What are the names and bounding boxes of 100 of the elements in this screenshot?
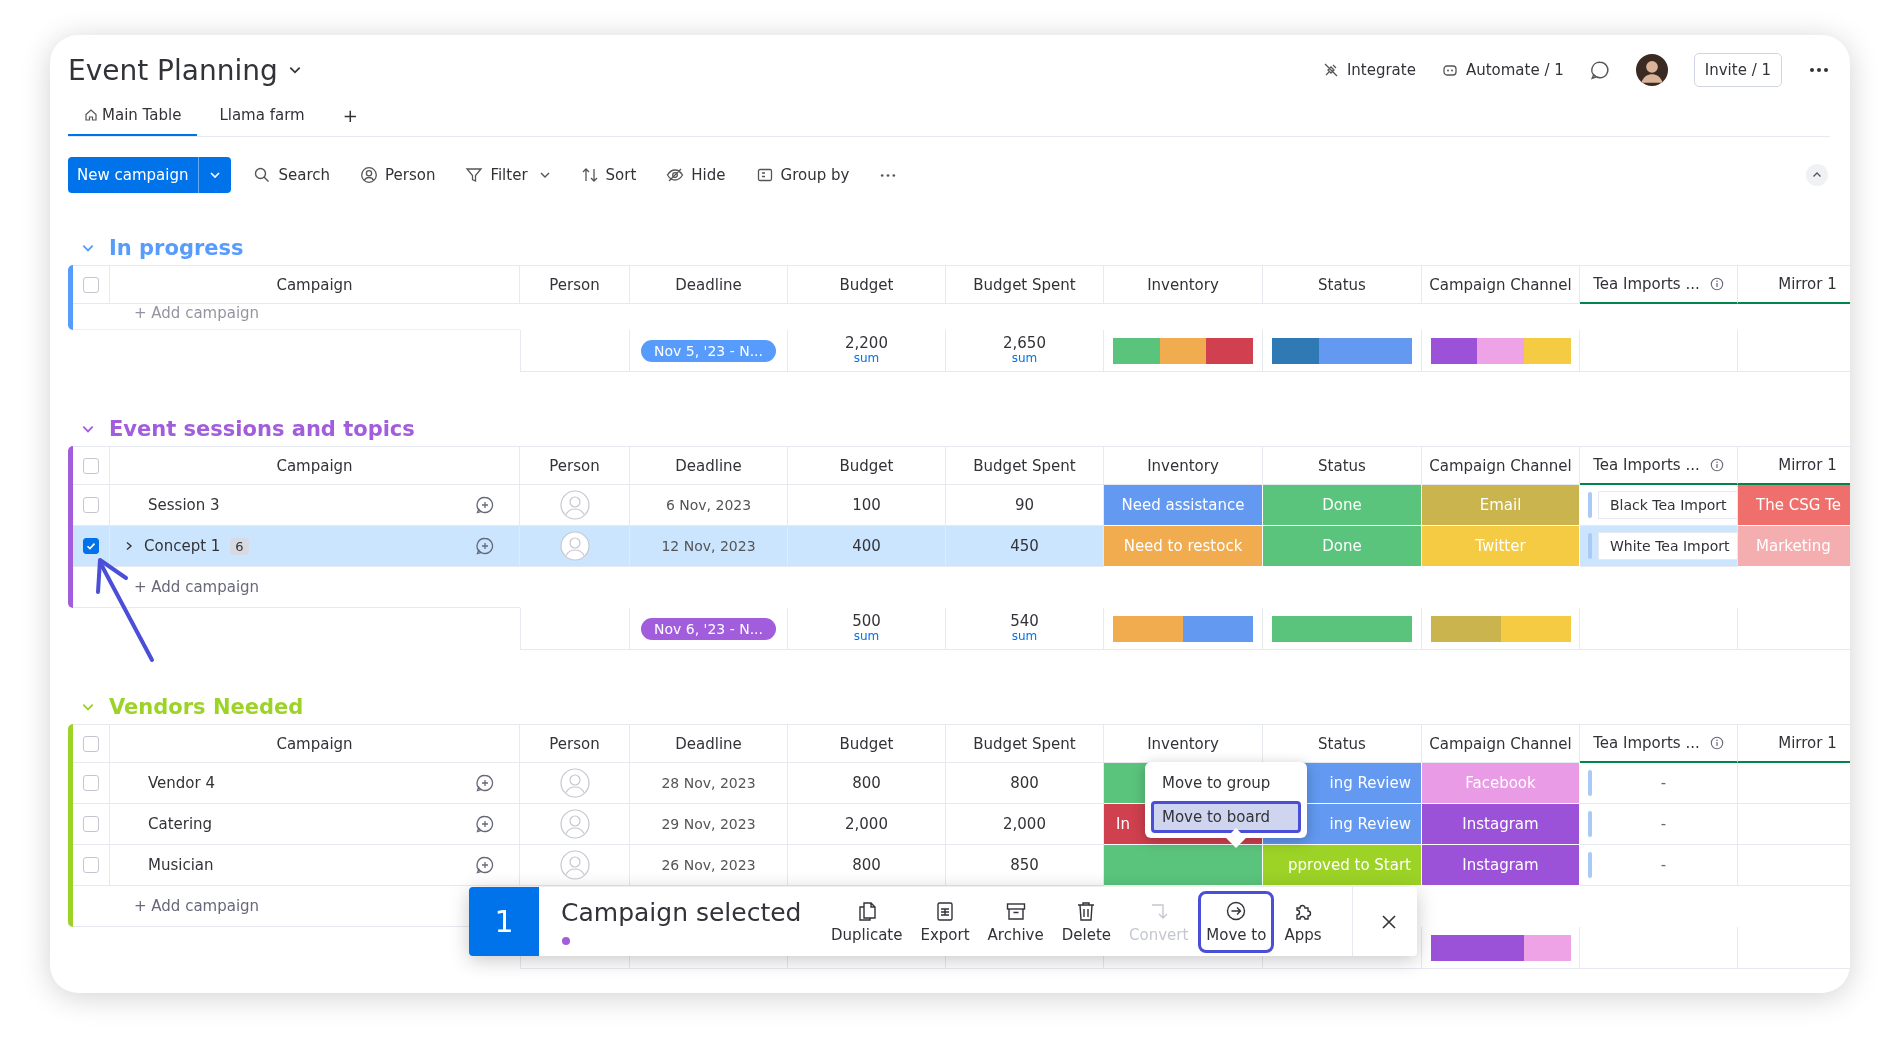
channel-label[interactable]: Instagram bbox=[1422, 804, 1580, 845]
budget-value: 400 bbox=[852, 537, 881, 555]
delete-button[interactable]: Delete bbox=[1053, 890, 1119, 953]
deadline-date: 6 Nov, 2023 bbox=[665, 497, 752, 513]
group-title[interactable]: Event sessions and topics bbox=[109, 417, 415, 441]
budget-spent-value: 2,000 bbox=[1003, 815, 1046, 833]
column-header: Campaign Channel bbox=[1429, 275, 1572, 294]
add-view-button[interactable]: + bbox=[326, 105, 374, 136]
column-header: Inventory bbox=[1147, 456, 1219, 475]
view-tab[interactable]: Llama farm bbox=[203, 106, 321, 136]
budget-spent-sum: 2,650 bbox=[1003, 336, 1046, 353]
home-icon bbox=[84, 108, 98, 122]
more-icon[interactable] bbox=[879, 172, 898, 178]
checkbox[interactable] bbox=[83, 457, 99, 474]
empty-value: - bbox=[1660, 815, 1667, 833]
filter-button[interactable]: Filter bbox=[465, 166, 551, 184]
archive-button[interactable]: Archive bbox=[979, 890, 1052, 953]
deadline-range: Nov 5, '23 - N... bbox=[641, 339, 776, 362]
close-icon[interactable] bbox=[1380, 913, 1397, 930]
deadline-date: 28 Nov, 2023 bbox=[661, 775, 756, 791]
budget-value: 100 bbox=[852, 496, 881, 514]
deadline-date: 29 Nov, 2023 bbox=[661, 816, 756, 832]
more-icon[interactable] bbox=[1808, 67, 1830, 73]
add-item-link[interactable]: + Add campaign bbox=[134, 578, 260, 596]
column-header: Campaign bbox=[276, 456, 353, 475]
item-name[interactable]: Catering bbox=[148, 815, 213, 833]
item-name[interactable]: Vendor 4 bbox=[148, 774, 215, 792]
duplicate-button[interactable]: Duplicate bbox=[823, 890, 911, 953]
column-header: Inventory bbox=[1147, 734, 1219, 753]
tea-import-tag[interactable]: Black Tea Import bbox=[1598, 491, 1737, 519]
budget-value: 800 bbox=[852, 856, 881, 874]
hide-button[interactable]: Hide bbox=[666, 166, 726, 184]
add-update-icon[interactable] bbox=[475, 495, 495, 515]
sort-icon bbox=[580, 166, 599, 184]
integrate-button[interactable]: Integrate bbox=[1322, 61, 1416, 79]
add-item-link[interactable]: + Add campaign bbox=[134, 897, 260, 915]
caret-icon[interactable] bbox=[209, 169, 222, 181]
info-icon[interactable] bbox=[1709, 458, 1724, 472]
search-button[interactable]: Search bbox=[253, 166, 330, 184]
column-header: Deadline bbox=[675, 456, 742, 475]
column-header: Tea Imports ... bbox=[1593, 456, 1700, 474]
item-name[interactable]: Musician bbox=[148, 856, 214, 874]
arrow-circle-icon bbox=[1225, 899, 1248, 922]
add-update-icon[interactable] bbox=[475, 536, 495, 556]
column-header: Person bbox=[549, 734, 600, 753]
row-checkbox[interactable] bbox=[83, 816, 99, 832]
row-checkbox[interactable] bbox=[83, 775, 99, 791]
invite-button[interactable]: Invite / 1 bbox=[1693, 53, 1782, 87]
column-header: Status bbox=[1318, 456, 1366, 475]
checkmark-icon bbox=[85, 540, 97, 552]
budget-value: 2,000 bbox=[845, 815, 888, 833]
view-tab[interactable]: Main Table bbox=[68, 106, 198, 136]
robot-icon bbox=[1441, 62, 1458, 78]
budget-spent-value: 90 bbox=[1014, 496, 1035, 514]
expand-icon[interactable] bbox=[124, 541, 134, 551]
user-avatar[interactable] bbox=[1635, 54, 1668, 86]
chat-icon[interactable] bbox=[1589, 60, 1610, 80]
checkbox[interactable] bbox=[83, 276, 99, 293]
column-header: Budget Spent bbox=[973, 456, 1076, 475]
column-header: Campaign Channel bbox=[1429, 734, 1572, 753]
checkbox[interactable] bbox=[83, 735, 99, 752]
tea-import-tag[interactable]: White Tea Import bbox=[1598, 532, 1737, 560]
export-button[interactable]: Export bbox=[912, 890, 978, 953]
budget-spent-value: 450 bbox=[1010, 537, 1039, 555]
sum-label: sum bbox=[1011, 630, 1038, 643]
selection-count: 1 bbox=[469, 887, 539, 956]
sheet-icon bbox=[934, 899, 956, 922]
deadline-date: 12 Nov, 2023 bbox=[661, 538, 756, 554]
group-button[interactable]: Group by bbox=[755, 166, 850, 184]
move-button[interactable]: Move to bbox=[1198, 890, 1275, 953]
automate-button[interactable]: Automate / 1 bbox=[1441, 61, 1564, 79]
column-header: Budget bbox=[839, 734, 894, 753]
person-button[interactable]: Person bbox=[360, 166, 436, 184]
new-campaign-button[interactable]: New campaign bbox=[68, 157, 232, 193]
group-dot bbox=[562, 937, 570, 945]
add-update-icon[interactable] bbox=[475, 773, 495, 793]
row-checkbox[interactable] bbox=[83, 538, 99, 554]
row-checkbox[interactable] bbox=[83, 497, 99, 513]
column-header: Budget bbox=[839, 275, 894, 294]
add-update-icon[interactable] bbox=[475, 855, 495, 875]
column-header: Campaign Channel bbox=[1429, 456, 1572, 475]
person-icon bbox=[360, 166, 378, 184]
column-header: Deadline bbox=[675, 275, 742, 294]
collapse-icon[interactable] bbox=[1806, 164, 1828, 186]
empty-value: - bbox=[1660, 856, 1667, 874]
menu-item[interactable]: Move to board bbox=[1151, 801, 1301, 833]
item-name[interactable]: Concept 1 bbox=[144, 537, 221, 555]
column-header: Budget bbox=[839, 456, 894, 475]
info-icon[interactable] bbox=[1709, 277, 1724, 291]
info-icon[interactable] bbox=[1709, 736, 1724, 750]
sort-button[interactable]: Sort bbox=[580, 166, 637, 184]
add-update-icon[interactable] bbox=[475, 814, 495, 834]
apps-button[interactable]: Apps bbox=[1276, 890, 1330, 953]
row-checkbox[interactable] bbox=[83, 857, 99, 873]
column-header: Mirror 1 bbox=[1778, 734, 1837, 752]
column-header: Tea Imports ... bbox=[1593, 734, 1700, 752]
filter-icon bbox=[465, 166, 484, 184]
item-name[interactable]: Session 3 bbox=[148, 496, 220, 514]
channel-label[interactable]: Instagram bbox=[1422, 845, 1580, 886]
budget-value: 800 bbox=[852, 774, 881, 792]
